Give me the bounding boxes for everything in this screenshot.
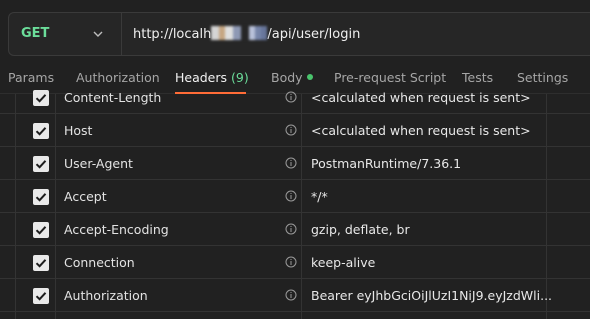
header-key[interactable]: Authorization <box>64 288 148 303</box>
checkmark-icon <box>35 226 47 235</box>
info-icon[interactable] <box>285 124 297 136</box>
table-row: Accept-Encoding gzip, deflate, br <box>0 213 590 246</box>
row-checkbox[interactable] <box>33 156 49 172</box>
header-value[interactable]: keep-alive <box>311 255 375 270</box>
table-row: Content-Length <calculated when request i… <box>0 81 590 114</box>
header-key[interactable]: Host <box>64 123 92 138</box>
url-suffix: /api/user/login <box>267 27 361 42</box>
table-row: Host <calculated when request is sent> <box>0 114 590 147</box>
checkmark-icon <box>35 292 47 301</box>
table-row: Authorization Bearer eyJhbGciOiJlUzI1NiJ9… <box>0 279 590 312</box>
header-value[interactable]: PostmanRuntime/7.36.1 <box>311 156 461 171</box>
header-key[interactable]: Content-Length <box>64 90 161 105</box>
table-row: User-Agent PostmanRuntime/7.36.1 <box>0 147 590 180</box>
headers-table: Content-Length <calculated when request i… <box>0 90 590 319</box>
checkmark-icon <box>35 160 47 169</box>
header-value[interactable]: <calculated when request is sent> <box>311 123 531 138</box>
info-icon[interactable] <box>285 256 297 268</box>
url-prefix: http://localh <box>133 27 212 42</box>
request-bar-area: GET http://localh/api/user/login <box>0 0 590 64</box>
url-input[interactable]: http://localh/api/user/login <box>133 26 360 42</box>
header-key[interactable]: Connection <box>64 255 135 270</box>
row-checkbox[interactable] <box>33 222 49 238</box>
checkmark-icon <box>35 259 47 268</box>
header-value[interactable]: Bearer eyJhbGciOiJlUzI1NiJ9.eyJzdWli... <box>311 288 552 303</box>
info-icon[interactable] <box>285 223 297 235</box>
header-key[interactable]: User-Agent <box>64 156 133 171</box>
status-dot <box>306 74 313 80</box>
checkmark-icon <box>35 193 47 202</box>
row-checkbox[interactable] <box>33 288 49 304</box>
info-icon[interactable] <box>285 157 297 169</box>
header-key[interactable]: Accept <box>64 189 107 204</box>
url-bar: GET http://localh/api/user/login <box>8 12 590 56</box>
info-icon[interactable] <box>285 190 297 202</box>
header-key[interactable]: Accept-Encoding <box>64 222 169 237</box>
table-row: Accept */* <box>0 180 590 213</box>
header-value[interactable]: <calculated when request is sent> <box>311 90 531 105</box>
method-label: GET <box>21 26 50 41</box>
checkmark-icon <box>35 94 47 103</box>
row-checkbox[interactable] <box>33 123 49 139</box>
table-row: Connection keep-alive <box>0 246 590 279</box>
row-checkbox[interactable] <box>33 189 49 205</box>
row-checkbox[interactable] <box>33 255 49 271</box>
header-value[interactable]: gzip, deflate, br <box>311 222 410 237</box>
row-checkbox[interactable] <box>33 90 49 106</box>
chevron-down-icon <box>93 31 103 37</box>
header-value[interactable]: */* <box>311 189 328 204</box>
method-selector[interactable]: GET <box>9 13 122 55</box>
info-icon[interactable] <box>285 91 297 103</box>
redacted-url-segment <box>211 26 268 40</box>
info-icon[interactable] <box>285 289 297 301</box>
checkmark-icon <box>35 127 47 136</box>
